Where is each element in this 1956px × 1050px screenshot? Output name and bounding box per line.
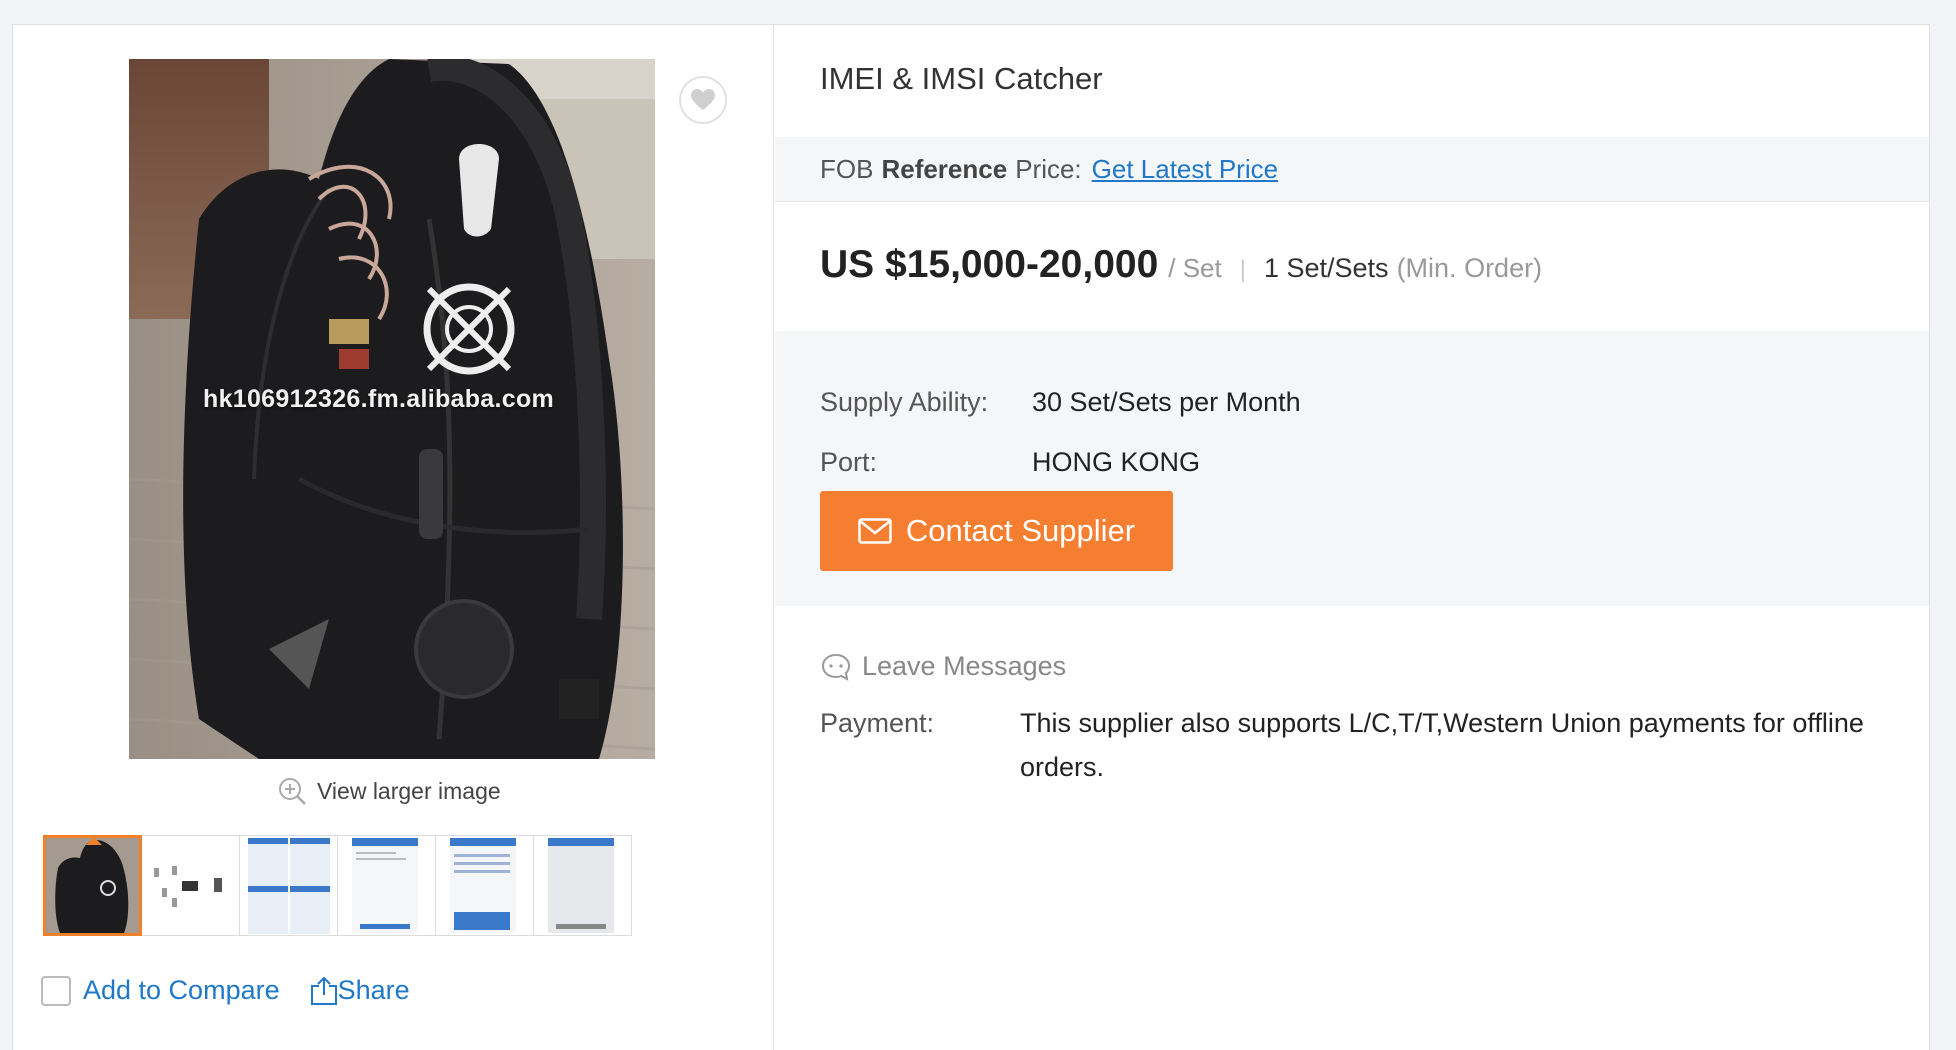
leave-messages-label: Leave Messages — [862, 651, 1067, 681]
supply-ability-row: Supply Ability: 30 Set/Sets per Month — [820, 387, 1301, 418]
heart-icon — [691, 89, 715, 110]
view-larger-label: View larger image — [317, 777, 501, 804]
share-label: Share — [337, 975, 410, 1005]
payment-label: Payment: — [820, 708, 935, 738]
fob-reference: Reference — [881, 153, 1008, 184]
min-order-qty: 1 Set/Sets — [1263, 253, 1389, 283]
port-label: Port: — [820, 447, 878, 477]
image-watermark: hk106912326.fm.alibaba.com — [203, 385, 555, 413]
thumbnail-1[interactable] — [43, 835, 142, 936]
supply-ability-value: 30 Set/Sets per Month — [1032, 387, 1301, 417]
view-larger-image-link[interactable]: View larger image — [277, 775, 501, 807]
thumb-screenshot-image — [534, 836, 631, 935]
envelope-icon — [858, 518, 892, 544]
gallery-panel: hk106912326.fm.alibaba.com View larger i… — [13, 25, 774, 1050]
port-value: HONG KONG — [1032, 447, 1201, 477]
thumb-backpack-image — [46, 838, 139, 933]
price-row: US $15,000-20,000 / Set | 1 Set/Sets (Mi… — [820, 243, 1542, 287]
thumb-screenshot-image — [338, 836, 435, 935]
payment-row: Payment: This supplier also supports L/C… — [820, 701, 1920, 789]
thumb-screenshot-image — [240, 836, 337, 935]
contact-supplier-button[interactable]: Contact Supplier — [820, 491, 1173, 571]
thumbnail-strip — [43, 835, 632, 936]
product-title: IMEI & IMSI Catcher — [820, 61, 1103, 96]
thumbnail-5[interactable] — [435, 835, 534, 936]
fob-price-bar: FOB Reference Price: Get Latest Price — [775, 137, 1929, 202]
main-product-image[interactable]: hk106912326.fm.alibaba.com — [129, 59, 655, 759]
add-to-compare-link[interactable]: Add to Compare — [83, 975, 280, 1006]
fob-suffix: Price: — [1015, 153, 1082, 184]
get-latest-price-link[interactable]: Get Latest Price — [1092, 154, 1278, 185]
compare-share-row: Add to Compare Share — [41, 975, 410, 1006]
chat-bubble-icon — [821, 653, 851, 681]
supply-ability-label: Supply Ability: — [820, 387, 989, 417]
contact-supplier-label: Contact Supplier — [905, 513, 1136, 548]
share-icon — [310, 976, 337, 1005]
thumb-screenshot-image — [436, 836, 533, 935]
thumbnail-3[interactable] — [239, 835, 338, 936]
active-thumbnail-caret — [86, 838, 102, 845]
compare-checkbox[interactable] — [41, 975, 71, 1006]
price-range: US $15,000-20,000 — [820, 243, 1159, 286]
thumbnail-4[interactable] — [337, 835, 436, 936]
thumbnail-6[interactable] — [533, 835, 632, 936]
zoom-in-icon — [279, 778, 306, 805]
product-details-panel: IMEI & IMSI Catcher FOB Reference Price:… — [775, 25, 1929, 1050]
payment-value: This supplier also supports L/C,T/T,West… — [1020, 708, 1864, 782]
price-unit: / Set — [1168, 253, 1222, 283]
thumb-diagram-image — [142, 836, 239, 935]
favorite-button[interactable] — [679, 76, 727, 124]
fob-prefix: FOB — [820, 153, 874, 184]
leave-messages-link[interactable]: Leave Messages — [820, 651, 1066, 682]
min-order-label: (Min. Order) — [1396, 253, 1543, 283]
product-card: hk106912326.fm.alibaba.com View larger i… — [12, 24, 1930, 1050]
port-row: Port: HONG KONG — [820, 447, 1200, 478]
share-link[interactable]: Share — [310, 975, 410, 1006]
price-divider: | — [1239, 256, 1246, 283]
thumbnail-2[interactable] — [141, 835, 240, 936]
